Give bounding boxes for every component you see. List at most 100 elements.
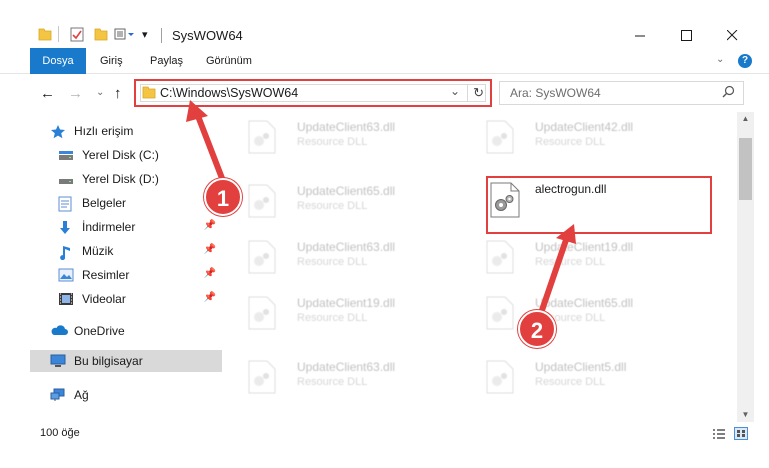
minimize-button[interactable] [617, 22, 663, 48]
qa-separator [58, 26, 59, 42]
file-item[interactable]: UpdateClient19.dll Resource DLL [464, 232, 686, 284]
pictures-icon [58, 268, 74, 282]
file-list: UpdateClient63.dll Resource DLL UpdateCl… [226, 112, 736, 422]
sidebar-item-label: Bu bilgisayar [74, 354, 143, 368]
recent-locations-button[interactable]: ⌄ [96, 87, 104, 98]
file-name: UpdateClient65.dll [297, 184, 396, 198]
sidebar-item-local-disk-c[interactable]: Yerel Disk (C:) [30, 144, 222, 166]
sidebar-item-local-disk-d[interactable]: Yerel Disk (D:) [30, 168, 222, 190]
music-icon [58, 244, 74, 261]
download-icon [58, 220, 74, 234]
sidebar-item-this-pc[interactable]: Bu bilgisayar [30, 350, 222, 372]
details-view-icon[interactable] [712, 428, 726, 443]
address-separator [467, 84, 468, 102]
new-folder-icon[interactable] [94, 27, 108, 43]
up-button[interactable]: ↑ [114, 85, 122, 102]
pin-icon[interactable]: 📌 [204, 292, 216, 303]
sidebar-item-label: Resimler [82, 268, 130, 282]
back-button[interactable]: ← [40, 85, 55, 102]
file-item[interactable]: UpdateClient63.dll Resource DLL [226, 112, 448, 164]
close-button[interactable] [709, 22, 755, 48]
network-icon [50, 388, 66, 402]
status-bar: 100 öğe [0, 422, 769, 446]
sidebar-item-label: OneDrive [74, 324, 125, 338]
file-item[interactable]: UpdateClient19.dll Resource DLL [226, 288, 448, 340]
search-input[interactable]: Ara: SysWOW64 [510, 86, 601, 100]
tab-home[interactable]: Giriş [100, 48, 123, 74]
maximize-button[interactable] [663, 22, 709, 48]
scrollbar-thumb[interactable] [739, 138, 752, 200]
large-icons-view-icon[interactable] [734, 427, 748, 440]
sidebar-item-music[interactable]: Müzik 📌 [30, 240, 222, 262]
tab-share[interactable]: Paylaş [150, 48, 183, 74]
dll-file-icon [486, 120, 514, 154]
sidebar-item-pictures[interactable]: Resimler 📌 [30, 264, 222, 286]
sidebar-item-documents[interactable]: Belgeler [30, 192, 222, 214]
file-item[interactable]: UpdateClient5.dll Resource DLL [464, 352, 686, 404]
scroll-up-icon[interactable]: ▲ [737, 114, 754, 123]
step-badge-1: 1 [204, 178, 242, 216]
search-box[interactable]: Ara: SysWOW64 [499, 81, 744, 105]
sidebar-item-onedrive[interactable]: OneDrive [30, 320, 222, 342]
chevron-down-icon[interactable]: ▾ [142, 28, 148, 44]
dll-file-icon [248, 360, 276, 394]
pin-icon[interactable]: 📌 [204, 244, 216, 255]
sidebar-item-quick-access[interactable]: Hızlı erişim [30, 120, 222, 142]
file-type: Resource DLL [535, 136, 606, 148]
tab-view[interactable]: Görünüm [206, 48, 252, 74]
dll-file-icon [486, 240, 514, 274]
file-type: Resource DLL [297, 376, 368, 388]
customize-toolbar-icon[interactable] [114, 27, 140, 43]
dll-file-icon [248, 296, 276, 330]
file-name: UpdateClient5.dll [535, 360, 627, 374]
properties-icon[interactable] [70, 27, 84, 43]
sidebar-item-network[interactable]: Ağ [30, 384, 222, 406]
search-icon[interactable] [722, 85, 735, 101]
highlight-box [486, 176, 712, 234]
navigation-pane: Hızlı erişim Yerel Disk (C:) Yerel Disk … [0, 112, 226, 422]
title-bar: ▾ SysWOW64 [0, 0, 769, 48]
expand-ribbon-icon[interactable]: ⌄ [716, 54, 724, 65]
file-item[interactable]: UpdateClient65.dll Resource DLL [464, 288, 686, 340]
vertical-scrollbar[interactable]: ▲ ▼ [737, 112, 754, 422]
file-name: UpdateClient19.dll [535, 240, 634, 254]
help-icon[interactable]: ? [738, 54, 752, 68]
step-badge-2: 2 [518, 310, 556, 348]
sidebar-item-videos[interactable]: Videolar 📌 [30, 288, 222, 310]
pin-icon[interactable]: 📌 [204, 220, 216, 231]
pin-icon[interactable]: 📌 [204, 268, 216, 279]
file-type: Resource DLL [297, 256, 368, 268]
file-type: Resource DLL [297, 200, 368, 212]
drive-icon [58, 172, 74, 186]
dll-file-icon [248, 240, 276, 274]
videos-icon [58, 292, 74, 306]
address-path[interactable]: C:\Windows\SysWOW64 [160, 86, 298, 100]
dll-file-icon [248, 184, 276, 218]
forward-button[interactable]: → [68, 85, 83, 102]
ribbon: Dosya Giriş Paylaş Görünüm ⌄ ? [0, 48, 769, 74]
dll-file-icon [486, 360, 514, 394]
star-icon [50, 124, 66, 139]
file-type: Resource DLL [297, 136, 368, 148]
scroll-down-icon[interactable]: ▼ [737, 410, 754, 419]
dll-file-icon [248, 120, 276, 154]
tab-file[interactable]: Dosya [30, 48, 86, 74]
folder-icon [38, 27, 52, 43]
item-count: 100 öğe [40, 427, 80, 439]
file-item[interactable]: UpdateClient63.dll Resource DLL [226, 232, 448, 284]
sidebar-item-downloads[interactable]: İndirmeler 📌 [30, 216, 222, 238]
file-item[interactable]: UpdateClient63.dll Resource DLL [226, 352, 448, 404]
file-name: UpdateClient19.dll [297, 296, 396, 310]
file-item[interactable]: UpdateClient65.dll Resource DLL [226, 176, 448, 228]
address-dropdown-icon[interactable]: ⌄ [450, 84, 460, 98]
sidebar-item-label: Yerel Disk (D:) [82, 172, 159, 186]
address-bar[interactable]: C:\Windows\SysWOW64 ⌄ ↻ [134, 79, 492, 107]
drive-icon [58, 148, 74, 162]
file-name: UpdateClient63.dll [297, 240, 396, 254]
file-item[interactable]: UpdateClient42.dll Resource DLL [464, 112, 686, 164]
sidebar-item-label: Müzik [82, 244, 114, 258]
dll-file-icon [486, 296, 514, 330]
refresh-icon[interactable]: ↻ [473, 85, 484, 101]
folder-icon [142, 86, 156, 102]
title-separator [161, 28, 162, 43]
